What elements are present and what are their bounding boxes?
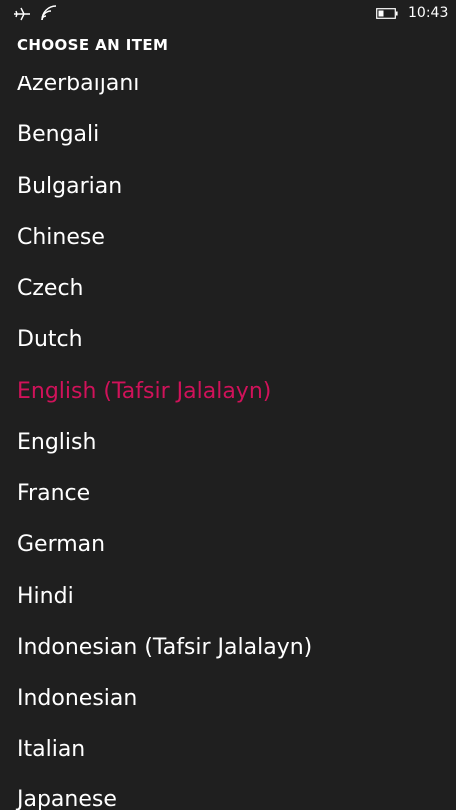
list-item[interactable]: Dutch (17, 326, 83, 354)
list-item[interactable]: German (17, 531, 105, 559)
list-item[interactable]: English (17, 429, 96, 457)
list-top-clip (0, 62, 456, 76)
list-item[interactable]: Hindi (17, 583, 74, 611)
list-item[interactable]: France (17, 480, 90, 508)
list-item[interactable]: Bulgarian (17, 173, 122, 201)
list-item[interactable]: Czech (17, 275, 83, 303)
list-item[interactable]: Japanese (17, 786, 117, 810)
list-item-selected[interactable]: English (Tafsir Jalalayn) (17, 378, 271, 406)
list-item[interactable]: Chinese (17, 224, 105, 252)
list-item[interactable]: Italian (17, 736, 85, 764)
list-item[interactable]: Bengali (17, 121, 99, 149)
language-list[interactable]: Azerbaijani Bengali Bulgarian Chinese Cz… (0, 0, 456, 810)
list-item[interactable]: Indonesian (17, 685, 137, 713)
list-item[interactable]: Indonesian (Tafsir Jalalayn) (17, 634, 312, 662)
